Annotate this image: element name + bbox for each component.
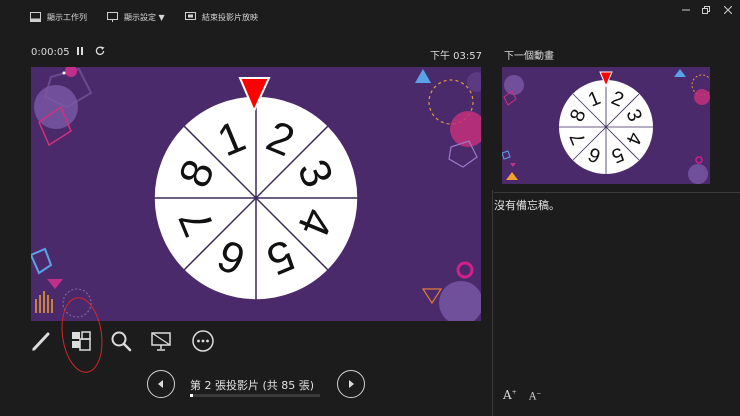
elapsed-timer: 0:00:05	[31, 47, 70, 58]
previous-arrow-icon	[158, 380, 163, 388]
pen-tool-button[interactable]	[26, 326, 56, 356]
slide-progress-fill	[190, 394, 194, 397]
more-options-button[interactable]	[188, 326, 218, 356]
previous-slide-button[interactable]	[147, 370, 175, 398]
restore-icon	[702, 6, 710, 14]
display-settings-label: 顯示設定 ▼	[124, 12, 165, 22]
show-taskbar-label: 顯示工作列	[47, 12, 87, 22]
slide-progress-bar	[190, 394, 320, 397]
restart-timer-button[interactable]	[95, 46, 105, 59]
decrease-font-button[interactable]: A−	[529, 390, 541, 402]
dotted-circle-decoration	[34, 85, 78, 129]
pen-icon	[32, 332, 50, 351]
end-show-label: 結束投影片放映	[202, 12, 258, 22]
increase-font-label: A	[503, 388, 512, 402]
all-slides-icon	[72, 331, 91, 351]
restart-icon	[95, 46, 105, 56]
more-options-icon	[192, 330, 214, 352]
end-show-icon	[185, 12, 196, 20]
number-wheel: 1 2 3 4 5 6 7 8	[153, 95, 359, 301]
current-time: 下午 03:57	[430, 51, 482, 62]
close-icon	[724, 6, 732, 14]
taskbar-icon	[30, 12, 41, 22]
panel-divider	[492, 190, 493, 416]
next-slide-preview: 1 2 3 4 5 6 7 8	[502, 67, 710, 184]
minimize-icon	[682, 9, 690, 11]
black-screen-button[interactable]	[147, 326, 177, 356]
zoom-icon	[111, 331, 132, 352]
show-taskbar-button[interactable]: 顯示工作列	[30, 9, 87, 25]
black-screen-icon	[151, 332, 171, 351]
minimize-button[interactable]	[676, 3, 696, 17]
current-slide: 1 2 3 4 5 6 7 8	[31, 67, 481, 321]
zoom-button[interactable]	[106, 326, 136, 356]
see-all-slides-button[interactable]	[66, 326, 96, 356]
restore-button[interactable]	[696, 3, 716, 17]
presenter-toolbar: 顯示工作列 顯示設定 ▼ 結束投影片放映	[0, 0, 740, 32]
next-slide-button[interactable]	[337, 370, 365, 398]
next-arrow-icon	[349, 380, 354, 388]
end-show-button[interactable]: 結束投影片放映	[185, 9, 258, 25]
slide-counter: 第 2 張投影片 (共 85 張)	[190, 379, 315, 392]
display-icon	[107, 12, 118, 22]
next-animation-title: 下一個動畫	[504, 51, 554, 62]
pause-button[interactable]	[76, 46, 84, 59]
speaker-notes[interactable]: 沒有備忘稿。	[494, 197, 560, 213]
close-button[interactable]	[718, 3, 738, 17]
display-settings-button[interactable]: 顯示設定 ▼	[107, 9, 165, 25]
notes-divider	[494, 192, 740, 193]
pause-icon	[77, 47, 83, 55]
increase-font-button[interactable]: A+	[503, 388, 517, 402]
